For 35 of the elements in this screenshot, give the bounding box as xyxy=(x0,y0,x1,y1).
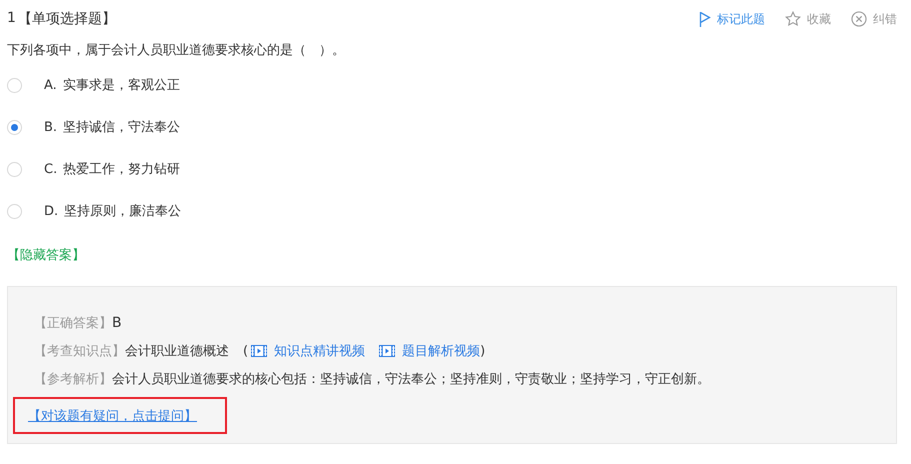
option-letter: D. xyxy=(44,204,58,218)
action-button[interactable]: 收藏 xyxy=(785,10,831,28)
video-link[interactable]: 题目解析视频 xyxy=(379,342,480,360)
option-text: 坚持原则，廉洁奉公 xyxy=(64,203,182,220)
option-letter: B. xyxy=(44,120,58,134)
option-text: 坚持诚信，守法奉公 xyxy=(63,119,180,136)
parenthesis: ) xyxy=(480,344,486,358)
video-link[interactable]: 知识点精讲视频 xyxy=(251,342,366,360)
radio-button[interactable] xyxy=(7,204,22,218)
question-type: 【单项选择题】 xyxy=(18,10,116,28)
field-value: 会计职业道德概述 xyxy=(125,343,229,360)
question-number: 1 xyxy=(7,10,16,28)
parenthesis: ( xyxy=(243,344,248,358)
film-icon xyxy=(251,345,268,357)
hide-answer-link[interactable]: 【隐藏答案】 xyxy=(7,246,85,264)
film-icon xyxy=(379,345,396,357)
analysis-text: 会计人员职业道德要求的核心包括：坚持诚信，守法奉公；坚持准则，守责敬业；坚持学习，守正创新。 xyxy=(112,371,710,388)
radio-button[interactable] xyxy=(7,162,22,176)
field-label: 【参考解析】 xyxy=(34,371,112,388)
action-button[interactable]: 纠错 xyxy=(851,10,897,28)
radio-button[interactable] xyxy=(7,78,22,92)
star-icon xyxy=(785,11,801,27)
question-text: 下列各项中，属于会计人员职业道德要求核心的是（ ）。 xyxy=(7,42,346,60)
field-label: 【正确答案】 xyxy=(34,315,112,332)
radio-button[interactable] xyxy=(7,120,22,134)
answer-value: B xyxy=(112,315,122,331)
option-letter: C. xyxy=(44,162,58,176)
close-icon xyxy=(851,11,867,27)
option-text: 热爱工作，努力钻研 xyxy=(63,161,180,178)
ask-question-link[interactable]: 【对该题有疑问，点击提问】 xyxy=(28,406,197,424)
field-label: 【考查知识点】 xyxy=(34,343,125,360)
option-text: 实事求是，客观公正 xyxy=(62,77,180,94)
action-button[interactable]: 标记此题 xyxy=(699,10,765,28)
option-letter: A. xyxy=(44,78,57,92)
flag-icon xyxy=(699,11,711,27)
